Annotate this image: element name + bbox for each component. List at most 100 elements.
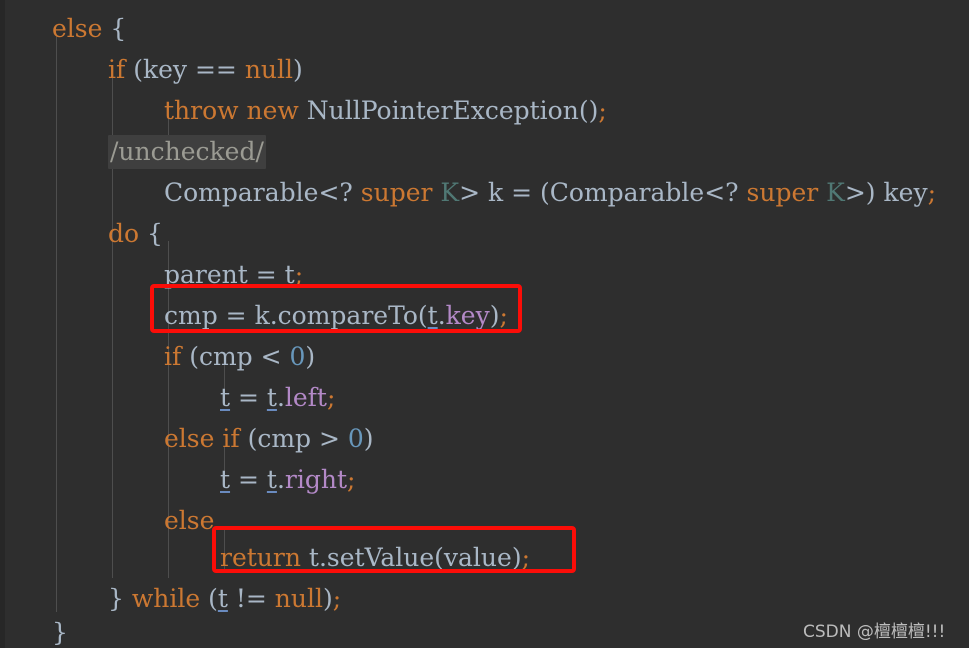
code-line[interactable]: else { (0, 8, 126, 49)
code-token: /unchecked/ (108, 135, 266, 169)
code-token: ; (598, 96, 607, 125)
code-token: t (266, 465, 277, 494)
code-token: ; (326, 383, 336, 412)
code-token: ; (499, 301, 508, 330)
code-token: } (108, 584, 124, 613)
code-token: . (276, 465, 285, 494)
code-token: ( (125, 55, 143, 84)
code-token: t (220, 465, 231, 494)
code-token: t (220, 383, 231, 412)
code-line[interactable]: /unchecked/ (0, 131, 266, 172)
code-line[interactable]: parent = t; (0, 254, 303, 295)
code-token: K (440, 178, 460, 207)
code-token: if (108, 55, 126, 84)
code-token: ; (332, 584, 342, 613)
code-token: > (311, 424, 348, 453)
code-token: else (52, 14, 103, 43)
code-token: cmp (198, 342, 253, 371)
watermark-label: CSDN @檀檀檀!!! (803, 622, 946, 642)
code-token: { (147, 219, 163, 248)
code-token: key (142, 55, 188, 84)
code-token: do (108, 219, 140, 248)
code-token: < (252, 342, 290, 371)
code-token: key (883, 178, 928, 207)
code-token: t (308, 543, 319, 572)
code-token: t (427, 301, 438, 330)
code-line[interactable]: do { (0, 213, 163, 254)
code-token: k (488, 178, 504, 207)
code-token: NullPointerException (306, 96, 579, 125)
code-token: ( (181, 342, 199, 371)
code-token: cmp (257, 424, 312, 453)
code-token: else (164, 424, 215, 453)
code-token: parent (164, 260, 248, 289)
code-token: setValue (326, 543, 435, 572)
code-token: compareTo (277, 301, 418, 330)
code-line[interactable]: t = t.left; (0, 377, 335, 418)
code-line[interactable]: else if (cmp > 0) (0, 418, 374, 459)
code-token: . (269, 301, 278, 330)
code-token: ( (239, 424, 258, 453)
code-token: right (284, 465, 347, 494)
code-token: new (246, 96, 299, 125)
code-token: ; (294, 260, 304, 289)
code-token: ; (521, 543, 531, 572)
code-line[interactable]: throw new NullPointerException(); (0, 90, 607, 131)
code-token: ( (434, 543, 444, 572)
code-line[interactable]: return t.setValue(value); (0, 537, 530, 578)
code-token: ( (417, 301, 428, 330)
code-token: t (266, 383, 277, 412)
code-token: <? (318, 178, 361, 207)
code-token: != (227, 584, 275, 613)
code-token: . (276, 383, 285, 412)
code-line[interactable]: else (0, 500, 214, 541)
code-token: left (284, 383, 327, 412)
code-line[interactable]: if (cmp < 0) (0, 336, 315, 377)
code-token: () (578, 96, 599, 125)
code-token: value (443, 543, 512, 572)
code-line[interactable]: Comparable<? super K> k = (Comparable<? … (0, 172, 936, 213)
code-token: t (284, 260, 295, 289)
code-token: { (110, 14, 127, 43)
code-token: ) (293, 55, 303, 84)
code-line[interactable]: cmp = k.compareTo(t.key); (0, 295, 508, 336)
code-token: K (826, 178, 845, 207)
code-token: if (164, 342, 182, 371)
code-token: while (131, 584, 201, 613)
code-token: = (230, 465, 267, 494)
code-token: t (217, 584, 228, 613)
code-token: 0 (347, 424, 364, 453)
code-token: ; (927, 178, 937, 207)
code-token: . (437, 301, 446, 330)
code-line[interactable]: } (0, 612, 68, 648)
code-token: super (746, 178, 819, 207)
code-token: > (459, 178, 488, 207)
code-token: ) (363, 424, 374, 453)
code-token: Comparable (164, 178, 319, 207)
code-token: == (187, 55, 245, 84)
code-token: = (217, 301, 255, 330)
code-token: if (222, 424, 240, 453)
code-token: ) (305, 342, 316, 371)
code-token: ) (323, 584, 333, 613)
code-editor-surface[interactable]: else {if (key == null) throw new NullPoin… (0, 0, 969, 648)
code-token: = (247, 260, 285, 289)
code-token: null (274, 584, 323, 613)
code-token: ( (200, 584, 218, 613)
code-token: key (445, 301, 490, 330)
code-token: ; (347, 465, 356, 494)
code-line[interactable]: t = t.right; (0, 459, 355, 500)
code-token: k (254, 301, 270, 330)
code-token: return (220, 543, 301, 572)
code-line[interactable]: if (key == null) (0, 49, 303, 90)
code-token: null (244, 55, 294, 84)
code-token: cmp (164, 301, 218, 330)
code-token: = (230, 383, 267, 412)
code-token: 0 (289, 342, 306, 371)
